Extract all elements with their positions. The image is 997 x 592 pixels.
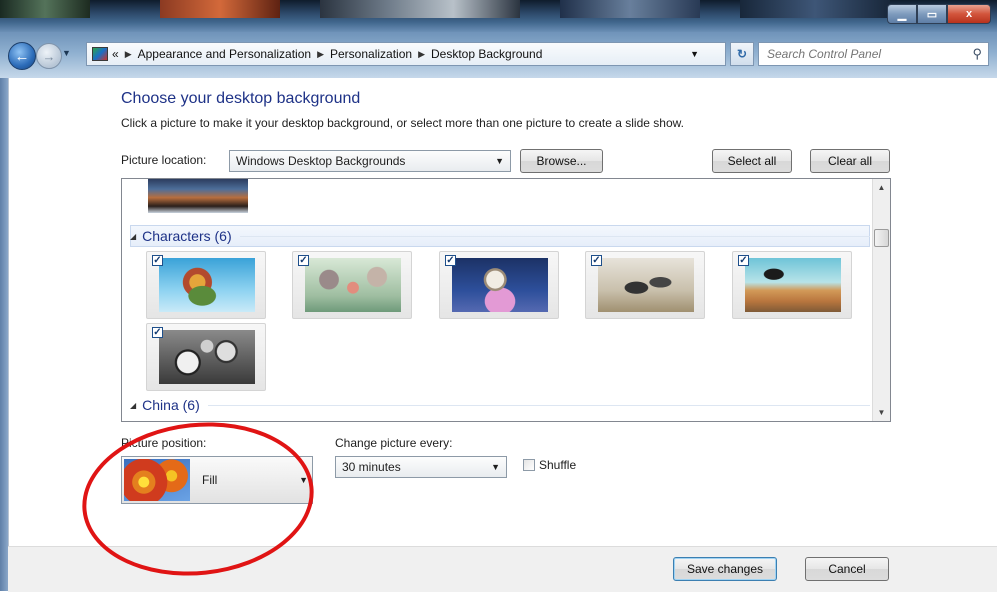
page-title: Choose your desktop background bbox=[121, 90, 361, 107]
wallpaper-thumbnail[interactable]: ✓ bbox=[439, 251, 559, 319]
picture-location-label: Picture location: bbox=[121, 153, 207, 167]
page-subtitle: Click a picture to make it your desktop … bbox=[121, 116, 684, 130]
arrow-left-icon: ← bbox=[14, 47, 30, 65]
arrow-right-icon: → bbox=[42, 48, 56, 64]
wallpaper-image bbox=[159, 330, 255, 384]
save-changes-button[interactable]: Save changes bbox=[673, 557, 777, 581]
thumbnail-checkbox[interactable]: ✓ bbox=[152, 255, 163, 266]
chevron-down-icon[interactable]: ▼ bbox=[690, 49, 699, 59]
chevron-right-icon[interactable]: ▶ bbox=[418, 49, 425, 60]
chevron-down-icon: ▼ bbox=[491, 462, 500, 472]
breadcrumb-appearance[interactable]: Appearance and Personalization bbox=[138, 47, 311, 61]
breadcrumb-overflow[interactable]: « bbox=[112, 47, 119, 61]
gallery-scrollbar[interactable]: ▲ ▼ bbox=[872, 179, 890, 421]
wallpaper-image bbox=[452, 258, 548, 312]
maximize-icon: ▭ bbox=[926, 8, 938, 21]
wallpaper-thumbnail[interactable]: ✓ bbox=[292, 251, 412, 319]
title-bar: ▁ ▭ x bbox=[0, 0, 997, 32]
picture-location-value: Windows Desktop Backgrounds bbox=[236, 154, 406, 168]
picture-gallery[interactable]: ◢ Characters (6) ✓ ✓ ✓ ✓ ✓ ✓ ◢ China (6)… bbox=[121, 178, 891, 422]
search-icon[interactable]: ⚲ bbox=[972, 46, 982, 62]
group-header-characters[interactable]: ◢ Characters (6) bbox=[130, 225, 870, 247]
collapse-triangle-icon[interactable]: ◢ bbox=[130, 232, 136, 241]
shuffle-label: Shuffle bbox=[539, 458, 577, 472]
shuffle-checkbox[interactable] bbox=[523, 459, 535, 471]
scroll-up-arrow-icon[interactable]: ▲ bbox=[873, 179, 890, 196]
picture-location-dropdown[interactable]: Windows Desktop Backgrounds ▼ bbox=[229, 150, 511, 172]
thumbnail-checkbox[interactable]: ✓ bbox=[152, 327, 163, 338]
clear-all-button[interactable]: Clear all bbox=[810, 149, 890, 173]
close-icon: x bbox=[965, 8, 973, 20]
title-bar-wallpaper-fragment bbox=[740, 0, 890, 18]
navigation-bar: ← → ▼ « ▶ Appearance and Personalization… bbox=[0, 32, 997, 78]
thumbnail-checkbox[interactable]: ✓ bbox=[445, 255, 456, 266]
title-bar-wallpaper-fragment bbox=[0, 0, 90, 18]
window-controls: ▁ ▭ x bbox=[887, 4, 991, 24]
thumbnail-checkbox[interactable]: ✓ bbox=[298, 255, 309, 266]
address-bar[interactable]: « ▶ Appearance and Personalization ▶ Per… bbox=[86, 42, 726, 66]
wallpaper-thumbnail[interactable] bbox=[148, 179, 248, 213]
change-picture-interval-dropdown[interactable]: 30 minutes ▼ bbox=[335, 456, 507, 478]
wallpaper-image bbox=[598, 258, 694, 312]
wallpaper-image bbox=[159, 258, 255, 312]
scroll-down-arrow-icon[interactable]: ▼ bbox=[873, 404, 890, 421]
control-panel-icon bbox=[92, 47, 108, 61]
scrollbar-thumb[interactable] bbox=[874, 229, 889, 247]
thumbnail-checkbox[interactable]: ✓ bbox=[591, 255, 602, 266]
group-name: Characters (6) bbox=[142, 228, 232, 244]
wallpaper-thumbnail[interactable]: ✓ bbox=[146, 323, 266, 391]
maximize-button[interactable]: ▭ bbox=[917, 4, 947, 24]
search-input[interactable] bbox=[765, 46, 969, 62]
search-box[interactable]: ⚲ bbox=[758, 42, 989, 66]
group-header-china[interactable]: ◢ China (6) bbox=[130, 394, 870, 416]
forward-button[interactable]: → bbox=[36, 43, 62, 69]
chevron-right-icon[interactable]: ▶ bbox=[317, 49, 324, 60]
shuffle-option[interactable]: Shuffle bbox=[523, 458, 576, 472]
recent-pages-dropdown[interactable]: ▼ bbox=[62, 48, 71, 58]
title-bar-wallpaper-fragment bbox=[320, 0, 520, 18]
group-name: China (6) bbox=[142, 397, 200, 413]
refresh-icon: ↻ bbox=[736, 47, 748, 61]
back-button[interactable]: ← bbox=[8, 42, 36, 70]
window-frame-left bbox=[0, 78, 8, 591]
chevron-right-icon: ▶ bbox=[124, 48, 132, 59]
wallpaper-thumbnail[interactable]: ✓ bbox=[146, 251, 266, 319]
breadcrumb-personalization[interactable]: Personalization bbox=[330, 47, 412, 61]
refresh-button[interactable]: ↻ bbox=[730, 42, 754, 66]
close-button[interactable]: x bbox=[947, 4, 991, 24]
title-bar-wallpaper-fragment bbox=[160, 0, 280, 18]
wallpaper-thumbnail[interactable]: ✓ bbox=[732, 251, 852, 319]
chevron-down-icon: ▼ bbox=[495, 156, 504, 166]
change-picture-every-label: Change picture every: bbox=[335, 436, 453, 450]
title-bar-wallpaper-fragment bbox=[560, 0, 700, 18]
wallpaper-thumbnail[interactable]: ✓ bbox=[585, 251, 705, 319]
collapse-triangle-icon[interactable]: ◢ bbox=[130, 401, 136, 410]
change-picture-interval-value: 30 minutes bbox=[342, 460, 401, 474]
wallpaper-image bbox=[305, 258, 401, 312]
select-all-button[interactable]: Select all bbox=[712, 149, 792, 173]
breadcrumb-desktop-background[interactable]: Desktop Background bbox=[431, 47, 542, 61]
wallpaper-image bbox=[745, 258, 841, 312]
cancel-button[interactable]: Cancel bbox=[805, 557, 889, 581]
minimize-icon: ▁ bbox=[897, 8, 907, 21]
minimize-button[interactable]: ▁ bbox=[887, 4, 917, 24]
browse-button[interactable]: Browse... bbox=[520, 149, 603, 173]
thumbnail-checkbox[interactable]: ✓ bbox=[738, 255, 749, 266]
